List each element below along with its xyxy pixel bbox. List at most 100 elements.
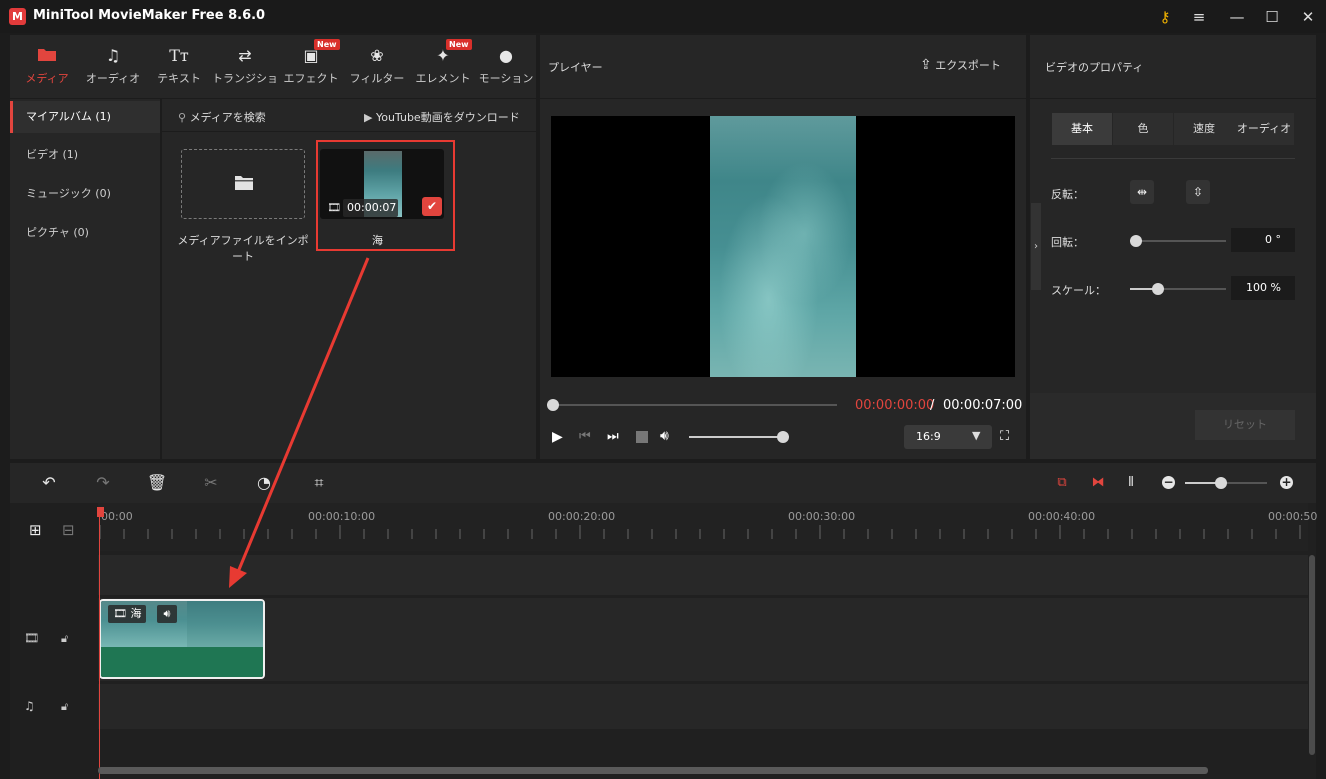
- tab-effect[interactable]: New ▣ エフェクト: [278, 35, 344, 98]
- stop-icon[interactable]: [636, 431, 648, 443]
- divider: [1051, 158, 1295, 159]
- nav-music[interactable]: ミュージック (0): [10, 178, 160, 210]
- volume-icon[interactable]: 🔊︎: [660, 428, 669, 444]
- tab-element[interactable]: New ✦ エレメント: [410, 35, 476, 98]
- audio-track-icon: ♫: [24, 699, 35, 713]
- scale-value[interactable]: 100 %: [1231, 276, 1295, 300]
- volume-knob[interactable]: [777, 431, 789, 443]
- scale-label: スケール：: [1051, 284, 1106, 297]
- tab-color[interactable]: 色: [1113, 113, 1173, 145]
- youtube-download-label: YouTube動画をダウンロード: [375, 111, 520, 124]
- flip-horizontal-icon[interactable]: ⇹: [1130, 180, 1154, 204]
- export-label: エクスポート: [935, 59, 1001, 72]
- nav-video[interactable]: ビデオ (1): [10, 139, 160, 171]
- horizontal-scrollbar[interactable]: [98, 767, 1208, 774]
- zoom-knob[interactable]: [1215, 477, 1227, 489]
- flip-label: 反転：: [1051, 188, 1084, 201]
- tab-audio-props[interactable]: オーディオ: [1234, 113, 1294, 145]
- tab-text[interactable]: Tт テキスト: [146, 35, 212, 98]
- video-track-icon: 🎞: [24, 631, 40, 645]
- playhead-handle[interactable]: [97, 507, 104, 517]
- film-icon: 🎞: [113, 607, 127, 620]
- transition-icon: ⇄: [238, 46, 252, 65]
- rotate-value[interactable]: 0 °: [1231, 228, 1295, 252]
- total-time: 00:00:07:00: [943, 398, 1023, 413]
- folder-icon: [234, 174, 254, 194]
- collapse-panel-handle[interactable]: ›: [1031, 203, 1041, 290]
- tab-media-label: メディア: [25, 72, 69, 85]
- split-icon[interactable]: ✂: [200, 472, 222, 494]
- lock-icon[interactable]: 🔓︎: [61, 700, 68, 714]
- aspect-select[interactable]: 16:9 ▼: [904, 425, 992, 449]
- fit-icon[interactable]: ⦀: [1120, 472, 1142, 494]
- redo-icon[interactable]: ↷: [92, 472, 114, 494]
- timeline-clip-thumbnail: [187, 601, 263, 647]
- export-button[interactable]: ⇪ エクスポート: [920, 57, 1001, 73]
- text-icon: Tт: [169, 46, 189, 65]
- reset-button[interactable]: リセット: [1195, 410, 1295, 440]
- delete-icon[interactable]: 🗑︎: [146, 472, 168, 494]
- tab-motion[interactable]: ● モーション: [476, 35, 536, 98]
- timeline-clip-label: 🎞 海: [108, 605, 147, 623]
- tab-basic[interactable]: 基本: [1052, 113, 1112, 145]
- add-track-icon[interactable]: ⊞: [29, 521, 42, 539]
- nav-my-album[interactable]: マイアルバム (1): [10, 101, 160, 133]
- tab-audio[interactable]: ♫ オーディオ: [80, 35, 146, 98]
- key-icon[interactable]: ⚷: [1154, 6, 1176, 28]
- next-frame-icon[interactable]: ⏭: [607, 429, 619, 444]
- maximize-button[interactable]: ☐: [1261, 6, 1283, 28]
- play-icon[interactable]: ▶: [552, 429, 563, 445]
- undo-icon[interactable]: ↶: [38, 472, 60, 494]
- snap-icon[interactable]: ⧉: [1051, 472, 1073, 494]
- tab-media[interactable]: メディア: [14, 35, 80, 98]
- tab-speed[interactable]: 速度: [1174, 113, 1234, 145]
- divider: [162, 131, 536, 132]
- player-title: プレイヤー: [548, 61, 603, 74]
- fullscreen-icon[interactable]: ⛶: [1000, 429, 1009, 444]
- nav-picture[interactable]: ピクチャ (0): [10, 217, 160, 249]
- timeline-track-empty[interactable]: [98, 555, 1308, 595]
- tab-transition[interactable]: ⇄ トランジショ: [212, 35, 278, 98]
- remove-track-icon[interactable]: ⊟: [62, 521, 75, 539]
- vertical-scrollbar[interactable]: [1309, 555, 1315, 755]
- youtube-download[interactable]: ▶ YouTube動画をダウンロード: [364, 109, 520, 125]
- playhead[interactable]: [99, 507, 100, 779]
- ruler-label: 00:00:10:00: [308, 510, 376, 523]
- timeline-track-video[interactable]: [98, 598, 1308, 681]
- import-media-tile[interactable]: [181, 149, 305, 219]
- rotate-knob[interactable]: [1130, 235, 1142, 247]
- flip-vertical-icon[interactable]: ⇳: [1186, 180, 1210, 204]
- zoom-in-icon[interactable]: +: [1280, 476, 1293, 489]
- timeline-track-audio[interactable]: [98, 684, 1308, 729]
- timeline-clip[interactable]: 🎞 海 🔊︎: [99, 599, 265, 679]
- player-progress-knob[interactable]: [547, 399, 559, 411]
- player-progress-track[interactable]: [553, 404, 837, 406]
- tab-filter[interactable]: ❀ フィルター: [344, 35, 410, 98]
- filter-icon: ❀: [370, 46, 384, 65]
- album-nav: マイアルバム (1) ビデオ (1) ミュージック (0) ピクチャ (0): [10, 99, 160, 459]
- menu-button[interactable]: ≡: [1188, 6, 1210, 28]
- speed-icon[interactable]: ◔: [253, 472, 275, 494]
- rotate-track[interactable]: [1130, 240, 1226, 242]
- split-marker-icon[interactable]: ⧓: [1087, 472, 1109, 494]
- previous-frame-icon[interactable]: ⏮: [579, 429, 591, 444]
- export-icon: ⇪: [920, 57, 932, 73]
- media-search[interactable]: ⚲ メディアを検索: [178, 109, 266, 125]
- volume-fill: [689, 436, 783, 438]
- lock-icon[interactable]: 🔓︎: [61, 632, 68, 646]
- crop-icon[interactable]: ⌗: [308, 472, 330, 494]
- scale-knob[interactable]: [1152, 283, 1164, 295]
- tab-motion-label: モーション: [478, 72, 534, 85]
- search-icon: ⚲: [178, 111, 187, 124]
- current-time: 00:00:00:00: [855, 398, 935, 413]
- player-video-frame: [710, 116, 856, 377]
- divider: [540, 98, 1026, 99]
- close-button[interactable]: ✕: [1297, 6, 1319, 28]
- ruler-label: 00:00:20:00: [548, 510, 616, 523]
- properties-title: ビデオのプロパティ: [1045, 61, 1144, 74]
- tab-filter-label: フィルター: [349, 72, 405, 85]
- minimize-button[interactable]: —: [1226, 6, 1248, 28]
- volume-icon[interactable]: 🔊︎: [157, 605, 177, 623]
- app-logo: M: [9, 8, 26, 25]
- zoom-out-icon[interactable]: −: [1162, 476, 1175, 489]
